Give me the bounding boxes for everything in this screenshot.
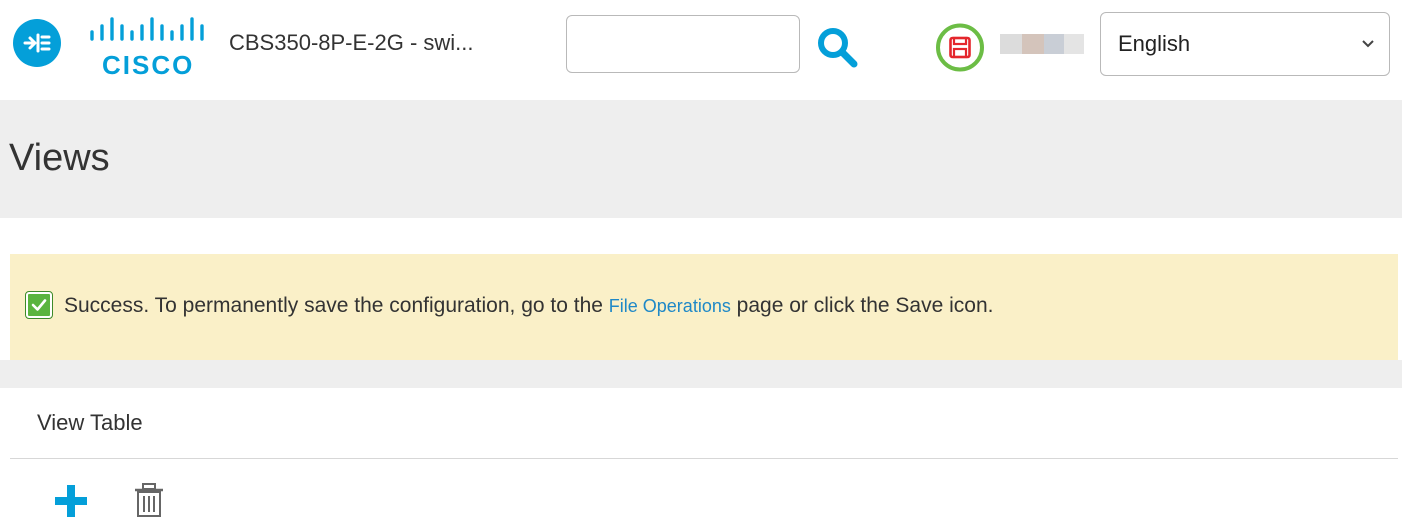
save-icon bbox=[936, 23, 984, 72]
checkmark-icon bbox=[25, 291, 53, 319]
delete-view-button[interactable] bbox=[132, 482, 166, 520]
cisco-wordmark: CISCO bbox=[102, 50, 195, 80]
success-alert: Success. To permanently save the configu… bbox=[10, 254, 1398, 360]
alert-message-end: page or click the Save icon. bbox=[730, 294, 994, 317]
language-select[interactable]: English bbox=[1100, 12, 1390, 76]
page-title: Views bbox=[9, 137, 110, 179]
search-button[interactable] bbox=[814, 24, 860, 70]
cisco-bars-icon bbox=[90, 17, 204, 41]
search-icon bbox=[818, 28, 858, 68]
cisco-logo: CISCO bbox=[88, 14, 213, 80]
plus-icon bbox=[55, 485, 87, 517]
view-table-header: View Table bbox=[10, 388, 1398, 459]
language-selected-value: English bbox=[1118, 31, 1191, 56]
panel-spacer bbox=[0, 360, 1402, 388]
username-redacted bbox=[1000, 34, 1084, 54]
trash-icon bbox=[135, 483, 163, 517]
search-input[interactable] bbox=[566, 15, 800, 73]
alert-message: Success. To permanently save the configu… bbox=[64, 294, 994, 318]
sidebar-toggle-icon bbox=[23, 33, 51, 53]
page-title-band: Views bbox=[0, 100, 1402, 218]
view-table-panel: View Table bbox=[10, 388, 1398, 527]
save-configuration-button[interactable] bbox=[930, 23, 990, 72]
file-operations-link[interactable]: File Operations bbox=[609, 296, 731, 316]
chevron-down-icon bbox=[1362, 40, 1374, 48]
device-name: CBS350-8P-E-2G - swi... bbox=[229, 30, 474, 55]
alert-message-start: Success. To permanently save the configu… bbox=[64, 294, 609, 317]
add-view-button[interactable] bbox=[53, 484, 89, 518]
top-bar: CISCO CBS350-8P-E-2G - swi... English bbox=[0, 0, 1402, 100]
sidebar-toggle-button[interactable] bbox=[13, 19, 61, 67]
view-table-title: View Table bbox=[37, 410, 143, 435]
